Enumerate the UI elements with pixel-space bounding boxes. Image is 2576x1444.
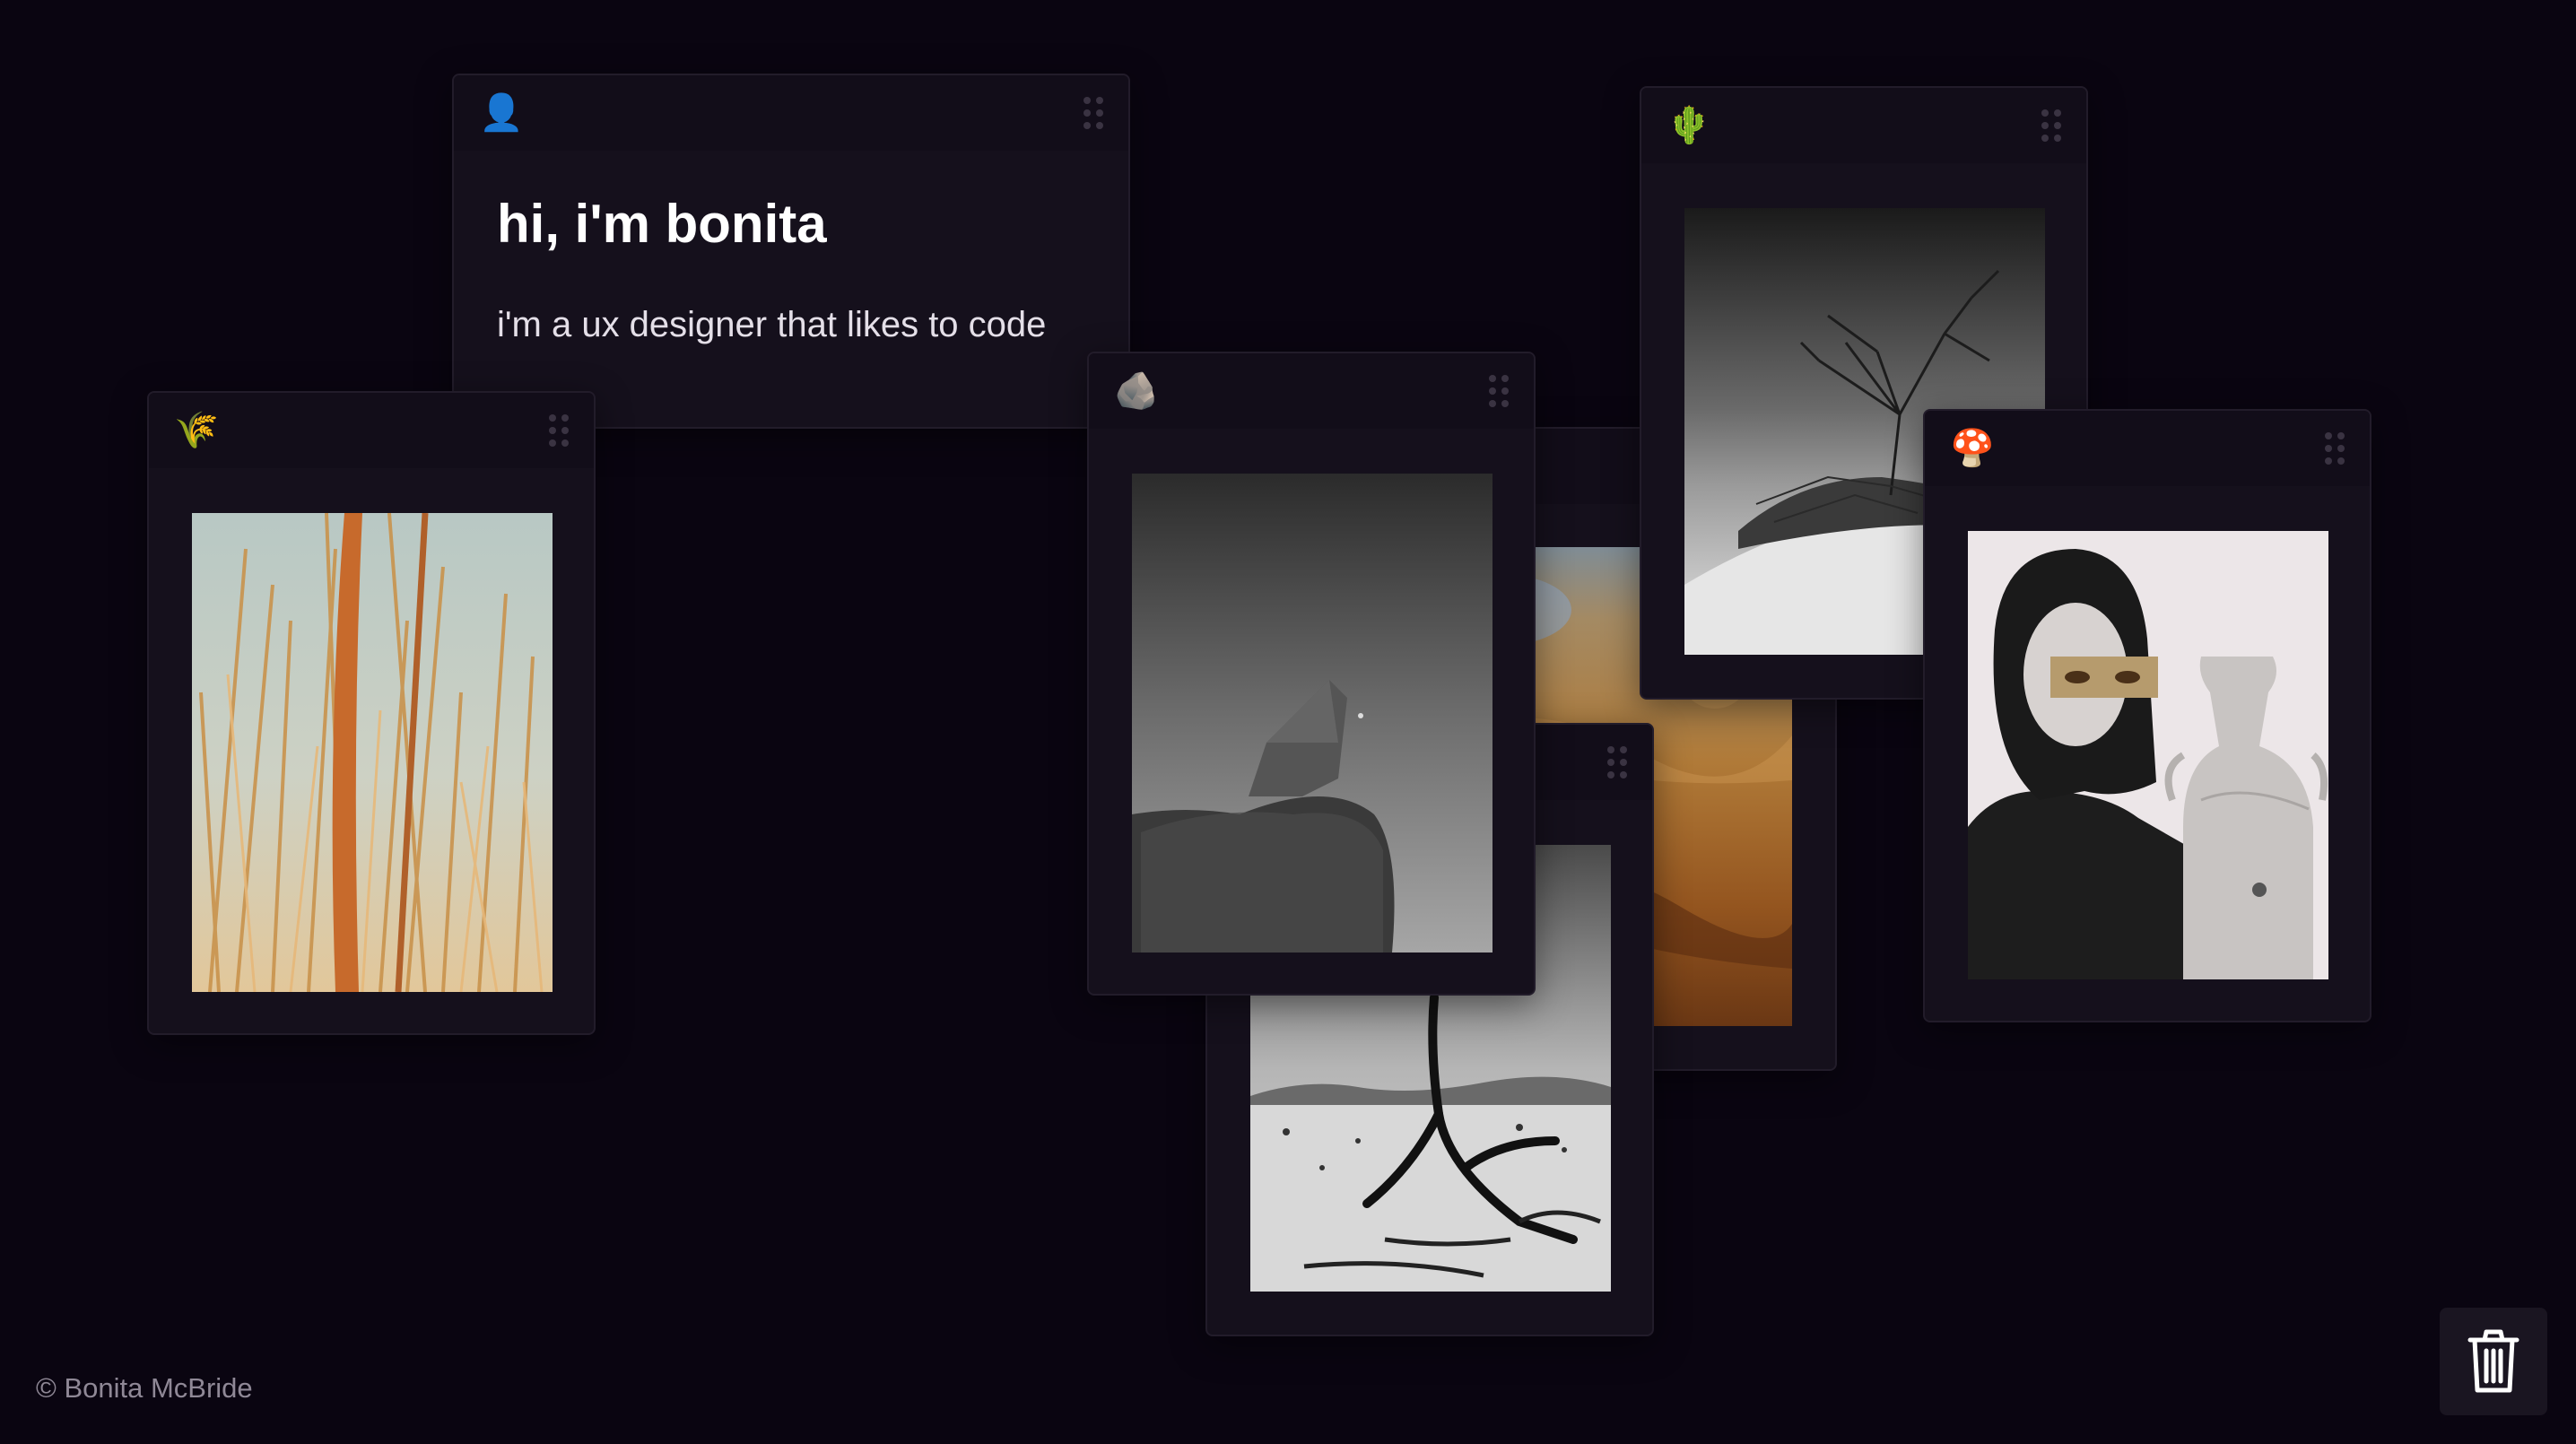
drag-handle-icon[interactable] xyxy=(1489,375,1509,407)
card-header[interactable]: 🌵 xyxy=(1641,88,2086,163)
rice-ear-icon: 🌾 xyxy=(174,411,219,450)
drag-handle-icon[interactable] xyxy=(549,414,569,447)
copyright-text: © Bonita McBride xyxy=(36,1372,253,1404)
card-intro[interactable]: 👤 hi, i'm bonita i'm a ux designer that … xyxy=(452,74,1130,429)
trash-icon xyxy=(2467,1329,2519,1393)
photo-grass xyxy=(192,513,553,992)
drag-handle-icon[interactable] xyxy=(2325,432,2345,465)
rock-icon: 🪨 xyxy=(1114,371,1159,411)
photo-portrait xyxy=(1968,531,2328,979)
card-rock[interactable]: 🪨 xyxy=(1087,352,1536,996)
card-header[interactable]: 👤 xyxy=(454,75,1128,151)
card-header[interactable]: 🪨 xyxy=(1089,353,1534,429)
drag-handle-icon[interactable] xyxy=(2041,109,2061,142)
intro-text: i'm a ux designer that likes to code xyxy=(497,305,1047,344)
card-mushroom[interactable]: 🍄 xyxy=(1923,409,2371,1022)
intro-title: hi, i'm bonita xyxy=(497,194,827,254)
bust-in-silhouette-icon: 👤 xyxy=(479,93,524,133)
mushroom-icon: 🍄 xyxy=(1950,429,1995,468)
card-grass[interactable]: 🌾 xyxy=(147,391,596,1035)
trash-button[interactable] xyxy=(2440,1308,2547,1415)
drag-handle-icon[interactable] xyxy=(1083,97,1103,129)
card-header[interactable]: 🍄 xyxy=(1925,411,2370,486)
drag-handle-icon[interactable] xyxy=(1607,746,1627,779)
canvas: 🌵 👤 hi, i'm bonita i'm a ux designer tha… xyxy=(0,0,2576,1444)
photo-rock xyxy=(1132,474,1493,953)
cactus-icon: 🌵 xyxy=(1667,106,1711,145)
card-header[interactable]: 🌾 xyxy=(149,393,594,468)
